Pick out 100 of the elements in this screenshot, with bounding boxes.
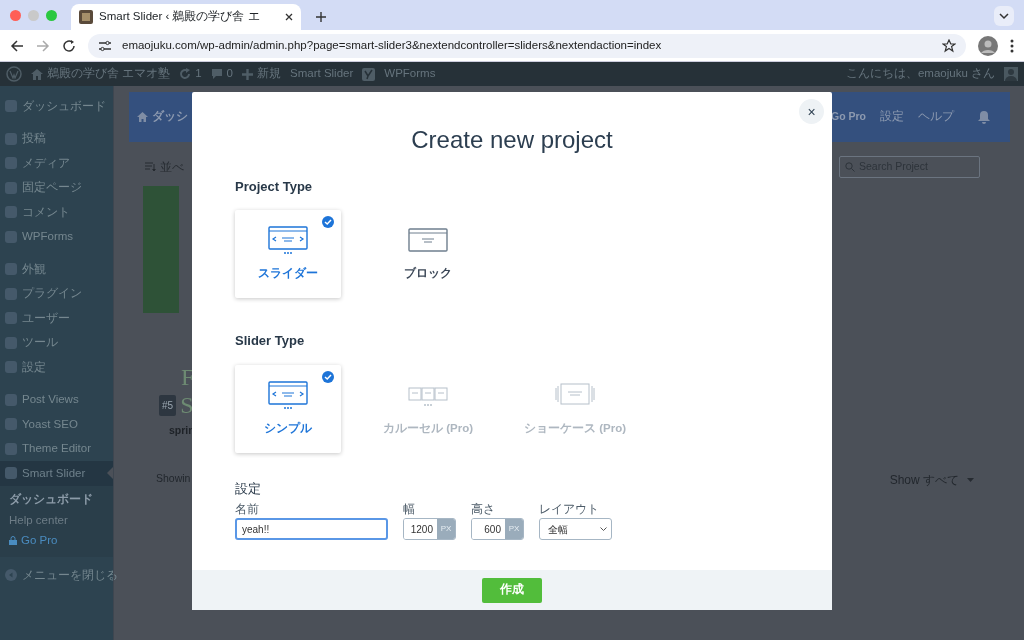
close-button[interactable]: × <box>799 99 824 124</box>
caret-icon <box>967 477 974 482</box>
header-nav-link[interactable]: Go Pro <box>831 109 866 125</box>
menu-item-icon <box>5 132 17 145</box>
slide-number-badge: #5 <box>159 394 177 416</box>
sort-icon <box>145 162 156 172</box>
sidebar-item[interactable]: ツール <box>0 330 113 355</box>
menu-item-icon <box>5 287 17 300</box>
slide-preview-letter: S <box>180 393 194 417</box>
submenu-item[interactable]: Help center <box>0 510 113 531</box>
field-label: 幅 <box>403 503 416 518</box>
submenu-item[interactable]: ダッシュボード <box>0 489 113 510</box>
address-bar[interactable]: emaojuku.com/wp-admin/admin.php?page=smart-slider3&nextendcontroller=sliders&nextendaction=index <box>88 33 966 58</box>
layout-select[interactable]: 全幅 <box>539 518 612 541</box>
avatar-icon[interactable] <box>1004 67 1018 81</box>
field-label: 高さ <box>471 503 496 518</box>
sidebar-item[interactable]: WPForms <box>0 224 113 249</box>
yoast-logo[interactable] <box>362 67 376 81</box>
home-icon <box>137 112 148 122</box>
sidebar-item[interactable]: Post Views <box>0 387 113 412</box>
height-input[interactable]: 600 PX <box>471 518 524 541</box>
home-icon <box>31 68 43 80</box>
section-heading: 設定 <box>235 479 262 498</box>
menu-item-icon <box>5 467 17 480</box>
slide-preview-letter: F <box>181 365 195 389</box>
menu-item-icon <box>5 418 17 431</box>
site-name-link[interactable]: 鵜殿の学び舎 エマオ塾 <box>47 65 171 83</box>
menu-item-icon <box>5 181 17 194</box>
header-link[interactable]: ダッシ <box>152 108 188 126</box>
new-link[interactable]: 新規 <box>257 65 281 83</box>
menu-item-icon <box>5 312 17 325</box>
sidebar-item[interactable]: Theme Editor <box>0 436 113 461</box>
sidebar-item[interactable]: 外観 <box>0 257 113 282</box>
name-input[interactable]: yeah!! <box>235 518 388 541</box>
type-option[interactable]: シンプル <box>235 364 341 453</box>
site-settings-icon <box>98 39 112 52</box>
account-greeting[interactable]: こんにちは、emaojuku さん <box>845 65 995 83</box>
dropdown-icon[interactable] <box>994 6 1014 26</box>
admin-bar-link[interactable]: Smart Slider <box>290 65 354 83</box>
window-control[interactable] <box>46 9 57 21</box>
check-icon <box>322 216 334 229</box>
plus-icon <box>242 68 253 80</box>
field-label: 名前 <box>235 503 260 518</box>
field-label: レイアウト <box>539 503 600 518</box>
admin-bar-link[interactable]: WPForms <box>384 65 436 83</box>
sidebar-item[interactable]: プラグイン <box>0 281 113 306</box>
back-icon[interactable] <box>10 38 24 53</box>
lock-icon <box>9 536 17 546</box>
profile-avatar[interactable] <box>978 35 998 56</box>
wordpress-logo[interactable] <box>6 66 22 82</box>
section-heading: Slider Type <box>235 332 306 351</box>
site-favicon <box>79 10 93 24</box>
sidebar-item[interactable]: ダッシュボード <box>0 94 113 119</box>
pointer-triangle <box>107 467 113 479</box>
window-control[interactable] <box>10 9 21 21</box>
forward-icon[interactable] <box>36 38 50 53</box>
width-input[interactable]: 1200 PX <box>403 518 456 541</box>
sidebar-item[interactable]: Yoast SEO <box>0 412 113 437</box>
submenu-item[interactable]: Go Pro <box>0 530 113 551</box>
new-tab-icon[interactable] <box>315 11 327 23</box>
type-option[interactable]: スライダー <box>235 210 341 299</box>
menu-item-icon <box>5 393 17 406</box>
tab-title: Smart Slider ‹ 鵜殿の学び舎 エ <box>99 9 261 25</box>
sidebar-item[interactable]: 投稿 <box>0 126 113 151</box>
menu-item-icon <box>5 100 17 113</box>
comments-count[interactable]: 0 <box>226 65 233 83</box>
browser-tab[interactable]: Smart Slider ‹ 鵜殿の学び舎 エ <box>71 4 301 30</box>
slider-icon <box>268 380 308 410</box>
search-icon <box>845 162 855 172</box>
create-button[interactable]: 作成 <box>482 577 542 603</box>
menu-item-icon <box>5 361 17 374</box>
sidebar-item[interactable]: コメント <box>0 200 113 225</box>
sidebar-item[interactable]: Smart Slider <box>0 461 113 486</box>
collapse-icon <box>5 569 17 582</box>
bell-icon[interactable] <box>978 110 990 124</box>
star-icon[interactable] <box>942 38 956 53</box>
menu-item-icon <box>5 157 17 170</box>
slider-icon <box>268 226 308 256</box>
check-icon <box>322 370 334 383</box>
sidebar-item[interactable]: メディア <box>0 151 113 176</box>
chevron-icon <box>600 527 607 532</box>
comment-icon <box>210 68 223 80</box>
sidebar-item[interactable]: 設定 <box>0 355 113 380</box>
close-icon[interactable] <box>285 13 293 21</box>
menu-item-icon <box>5 206 17 219</box>
refresh-icon <box>179 68 192 80</box>
section-heading: Project Type <box>235 177 314 196</box>
sidebar-item[interactable]: 固定ページ <box>0 175 113 200</box>
header-nav-link[interactable]: ヘルプ <box>918 108 954 126</box>
dialog-title: Create new project <box>410 126 614 155</box>
updates-count[interactable]: 1 <box>195 65 202 83</box>
slide-thumbnail[interactable] <box>143 186 179 313</box>
header-nav-link[interactable]: 設定 <box>880 108 904 126</box>
menu-item-icon <box>5 442 17 455</box>
menu-item-icon <box>5 336 17 349</box>
reload-icon[interactable] <box>62 38 76 53</box>
menu-item-icon <box>5 263 17 276</box>
more-icon[interactable] <box>1010 38 1014 53</box>
menu-item-icon <box>5 230 17 243</box>
sidebar-item[interactable]: ユーザー <box>0 306 113 331</box>
